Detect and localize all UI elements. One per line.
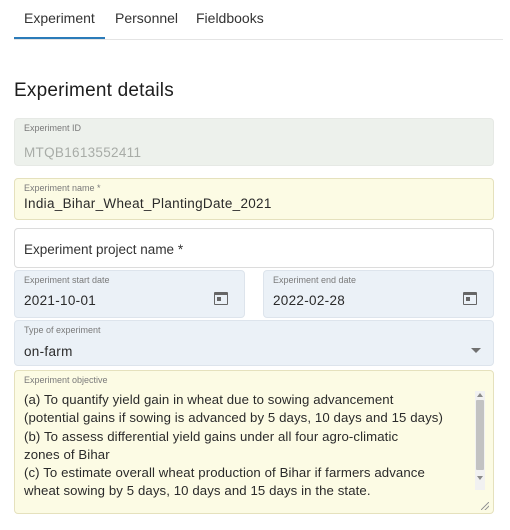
objective-line: zones of Bihar bbox=[24, 446, 110, 462]
objective-line: (c) To estimate overall wheat production… bbox=[24, 465, 425, 481]
objective-line: wheat sowing by 5 days, 10 days and 15 d… bbox=[24, 483, 371, 499]
end-date-label: Experiment end date bbox=[273, 275, 357, 285]
section-title: Experiment details bbox=[14, 80, 174, 101]
scroll-down-arrow-icon[interactable] bbox=[477, 476, 483, 480]
scrollbar-thumb[interactable] bbox=[476, 400, 484, 470]
experiment-name-value[interactable]: India_Bihar_Wheat_PlantingDate_2021 bbox=[24, 196, 272, 211]
experiment-project-name-field[interactable]: Experiment project name * bbox=[14, 228, 494, 268]
experiment-objective-textarea[interactable]: Experiment objective (a) To quantify yie… bbox=[14, 370, 494, 514]
calendar-icon[interactable] bbox=[214, 292, 228, 305]
experiment-name-label: Experiment name * bbox=[24, 183, 101, 193]
objective-line: (potential gains if sowing is advanced b… bbox=[24, 410, 443, 426]
start-date-value[interactable]: 2021-10-01 bbox=[24, 293, 96, 308]
experiment-id-field: Experiment ID MTQB1613552411 bbox=[14, 118, 494, 166]
resize-handle-icon[interactable] bbox=[481, 502, 489, 510]
experiment-type-label: Type of experiment bbox=[24, 325, 101, 335]
chevron-down-icon[interactable] bbox=[471, 348, 481, 353]
experiment-project-name-placeholder: Experiment project name * bbox=[24, 242, 184, 257]
scroll-up-arrow-icon[interactable] bbox=[477, 393, 483, 397]
objective-line: (a) To quantify yield gain in wheat due … bbox=[24, 392, 394, 407]
tab-experiment[interactable]: Experiment bbox=[24, 10, 95, 26]
objective-line: (b) To assess differential yield gains u… bbox=[24, 428, 399, 444]
tab-personnel[interactable]: Personnel bbox=[115, 10, 178, 26]
tab-fieldbooks[interactable]: Fieldbooks bbox=[196, 10, 264, 26]
experiment-objective-label: Experiment objective bbox=[24, 375, 108, 385]
textarea-scrollbar[interactable] bbox=[475, 391, 485, 490]
experiment-id-value: MTQB1613552411 bbox=[24, 145, 142, 160]
experiment-type-value[interactable]: on-farm bbox=[24, 344, 73, 359]
experiment-objective-text[interactable]: (a) To quantify yield gain in wheat due … bbox=[24, 391, 476, 501]
end-date-value[interactable]: 2022-02-28 bbox=[273, 293, 345, 308]
experiment-name-field[interactable]: Experiment name * India_Bihar_Wheat_Plan… bbox=[14, 178, 494, 220]
active-tab-indicator bbox=[14, 37, 105, 39]
start-date-label: Experiment start date bbox=[24, 275, 110, 285]
tab-bar: Experiment Personnel Fieldbooks bbox=[14, 0, 503, 40]
calendar-icon[interactable] bbox=[463, 292, 477, 305]
start-date-field[interactable]: Experiment start date 2021-10-01 bbox=[14, 270, 245, 318]
experiment-type-select[interactable]: Type of experiment on-farm bbox=[14, 320, 494, 366]
end-date-field[interactable]: Experiment end date 2022-02-28 bbox=[263, 270, 494, 318]
experiment-id-label: Experiment ID bbox=[24, 123, 82, 133]
